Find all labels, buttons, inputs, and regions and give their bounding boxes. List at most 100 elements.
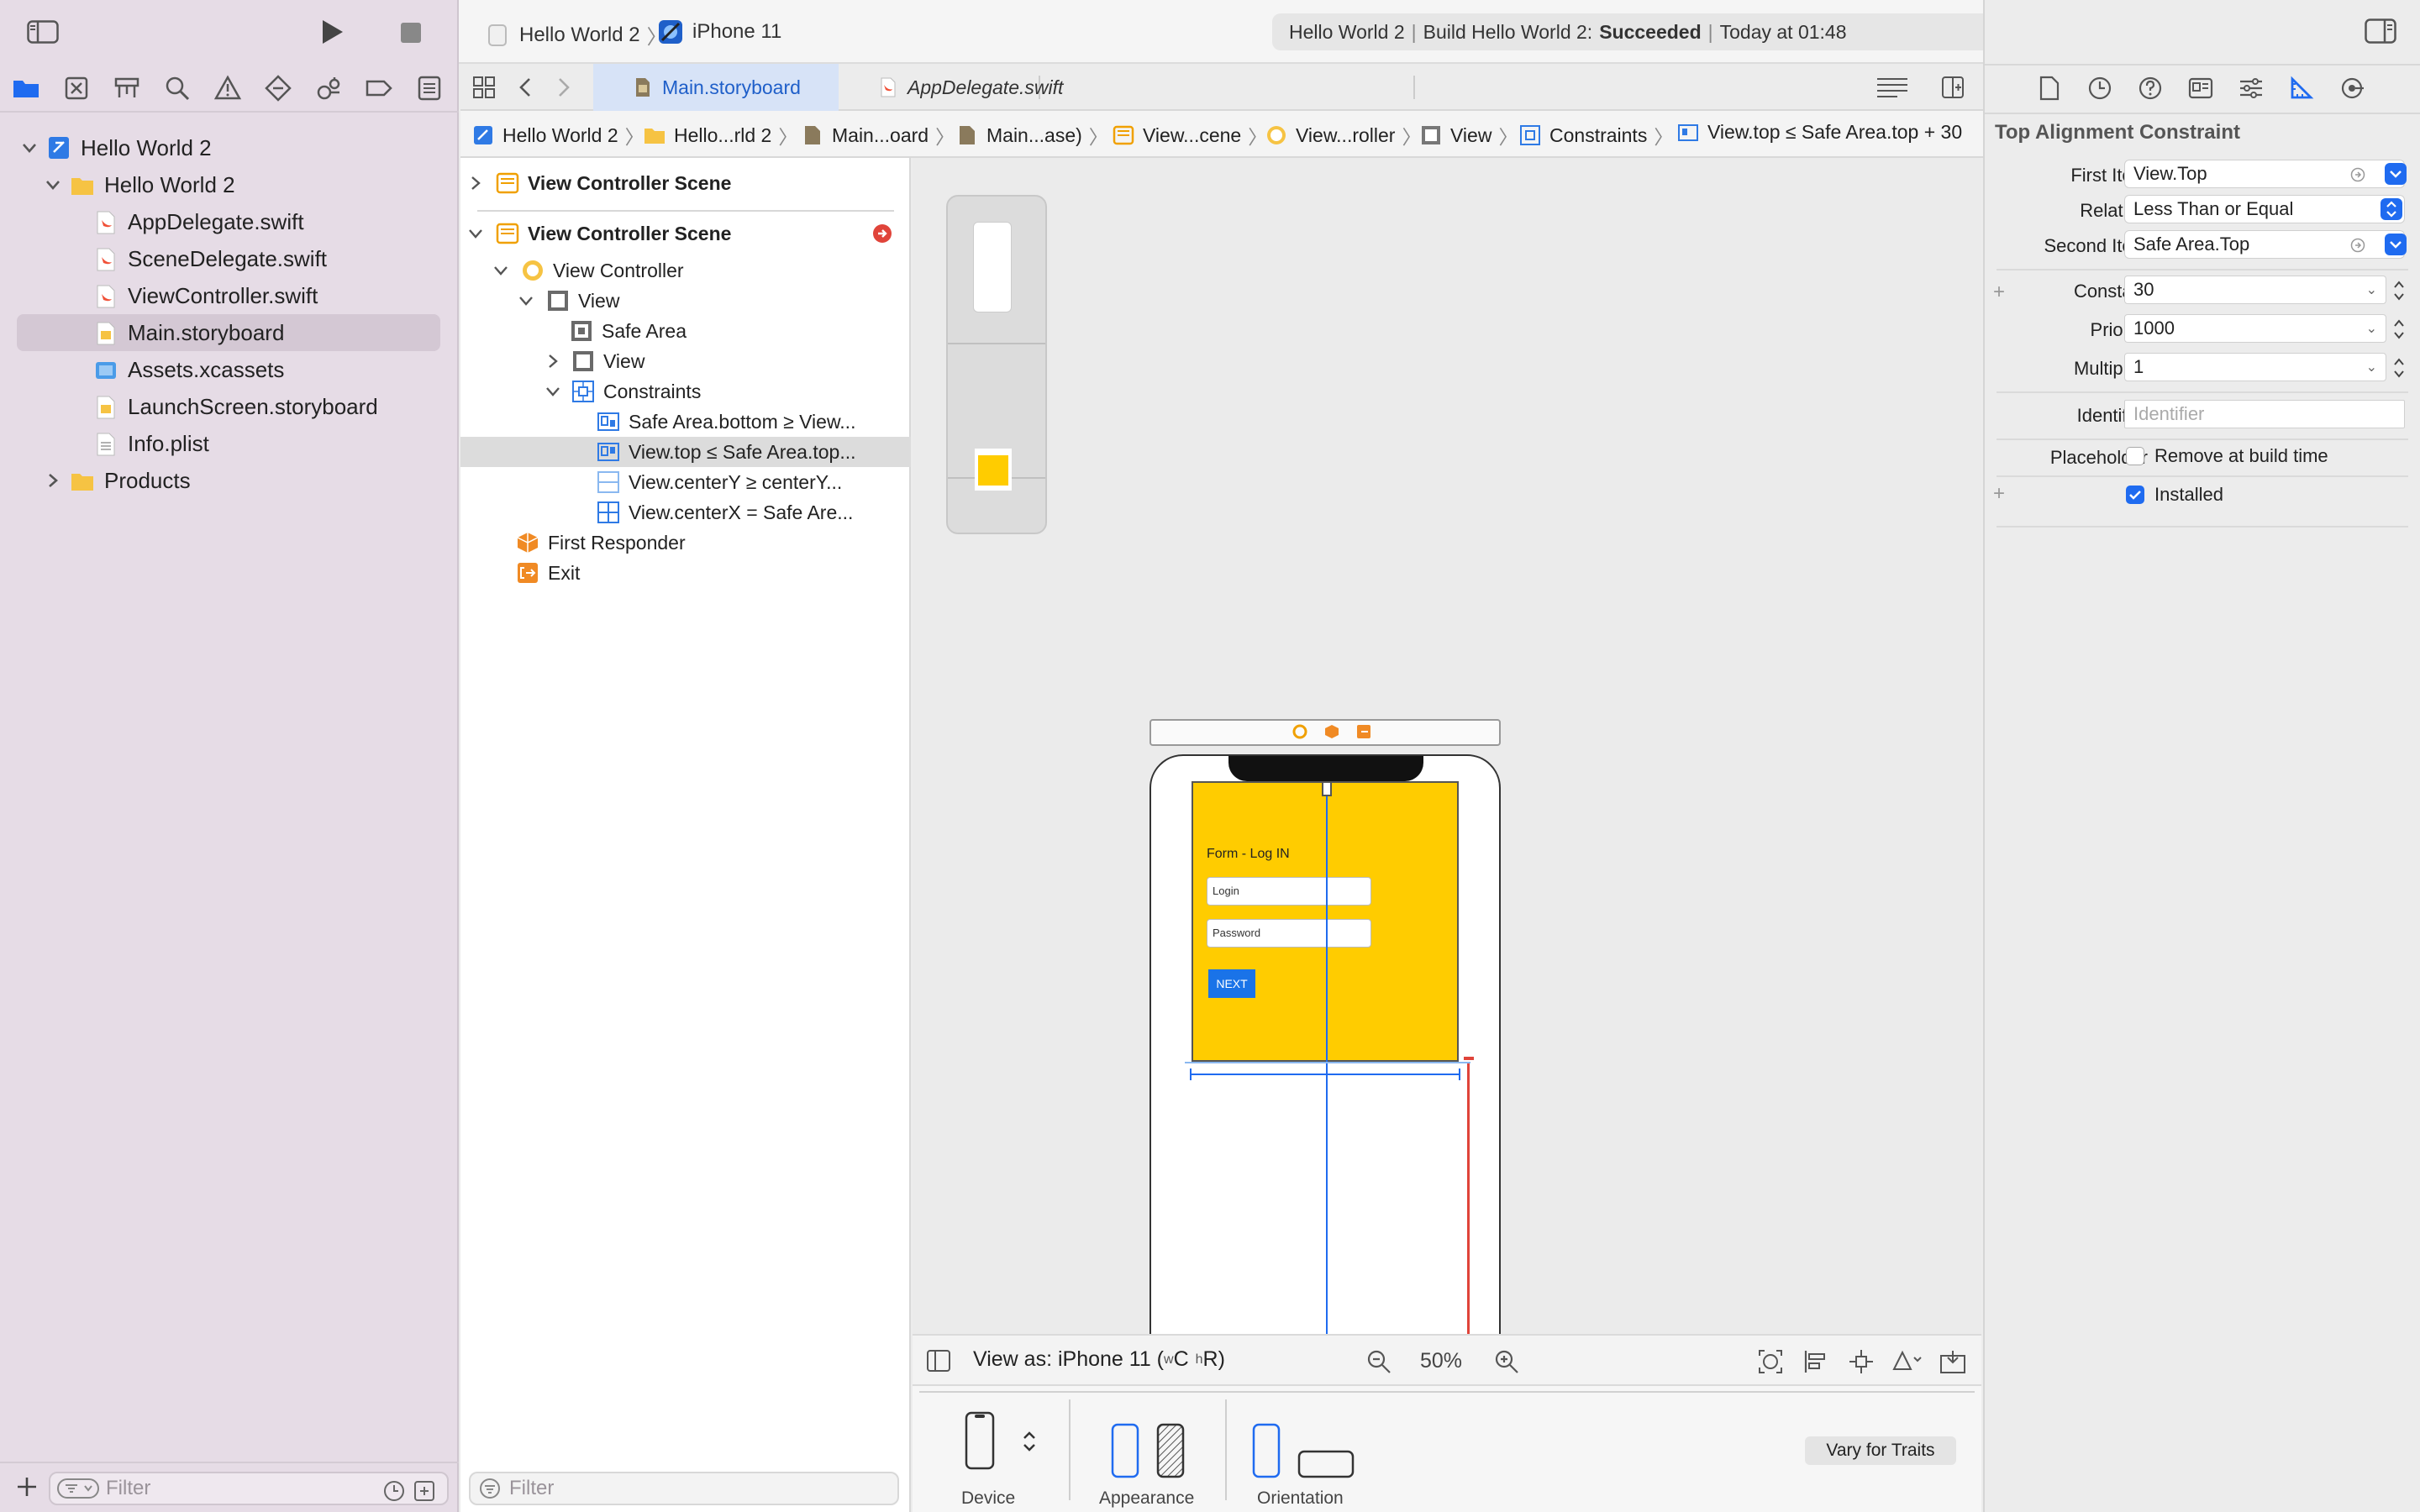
chevron-down-icon[interactable] bbox=[518, 292, 534, 309]
password-field[interactable]: Password bbox=[1207, 919, 1371, 948]
first-responder-icon[interactable] bbox=[1324, 724, 1339, 739]
inspector-toggle-icon[interactable] bbox=[2365, 18, 2396, 44]
chevron-down-icon[interactable]: ⌄ bbox=[2366, 320, 2377, 337]
priority-field[interactable]: 1000 ⌄ bbox=[2124, 314, 2386, 343]
constraint-width-line[interactable] bbox=[1190, 1074, 1460, 1075]
jumpbar-item-file[interactable]: Main...oard 〉 bbox=[802, 121, 955, 150]
constant-field[interactable]: 30 ⌄ bbox=[2124, 276, 2386, 304]
source-control-icon[interactable] bbox=[62, 74, 91, 102]
chevron-right-icon[interactable] bbox=[467, 175, 484, 192]
checkbox-unchecked[interactable] bbox=[2126, 447, 2144, 465]
back-icon[interactable] bbox=[516, 76, 536, 99]
stop-button[interactable] bbox=[400, 22, 422, 44]
view-controller-icon[interactable] bbox=[1292, 724, 1307, 739]
second-item-field[interactable]: Safe Area.Top bbox=[2124, 230, 2405, 259]
tab-main-storyboard[interactable]: Main.storyboard bbox=[593, 64, 839, 111]
relation-stepper[interactable] bbox=[2381, 198, 2402, 220]
add-icon[interactable] bbox=[15, 1475, 39, 1499]
debug-navigator-icon[interactable] bbox=[314, 74, 343, 102]
history-inspector-icon[interactable] bbox=[2087, 76, 2112, 101]
filter-options-icon[interactable] bbox=[57, 1478, 99, 1499]
phone-frame[interactable]: Form - Log IN Login Password NEXT bbox=[1150, 754, 1501, 1359]
device-picker-icon[interactable] bbox=[965, 1411, 995, 1470]
outline-filter-input[interactable]: Filter bbox=[469, 1472, 899, 1505]
orientation-portrait-icon[interactable] bbox=[1252, 1423, 1281, 1478]
device-stepper-icon[interactable] bbox=[1022, 1430, 1037, 1453]
navigate-arrow-icon[interactable] bbox=[2350, 238, 2365, 253]
chevron-down-icon[interactable] bbox=[20, 139, 39, 157]
scene-minimap[interactable] bbox=[946, 195, 1047, 534]
device-selector[interactable]: iPhone 11 bbox=[657, 18, 781, 45]
outline-exit[interactable]: Exit bbox=[516, 558, 580, 588]
symbol-navigator-icon[interactable] bbox=[113, 74, 141, 102]
tree-item-file[interactable]: ViewController.swift bbox=[0, 277, 459, 314]
source-control-filter-icon[interactable] bbox=[413, 1480, 435, 1502]
outline-view-controller[interactable]: View Controller bbox=[460, 255, 911, 286]
report-navigator-icon[interactable] bbox=[415, 74, 444, 102]
outline-first-responder[interactable]: First Responder bbox=[516, 528, 686, 558]
remove-at-build-checkbox[interactable]: Remove at build time bbox=[2126, 445, 2328, 467]
tab-appdelegate[interactable]: AppDelegate.swift bbox=[879, 64, 1063, 111]
outline-safe-area[interactable]: Safe Area bbox=[570, 316, 687, 346]
storyboard-canvas[interactable]: Form - Log IN Login Password NEXT bbox=[913, 158, 1981, 1359]
forward-icon[interactable] bbox=[553, 76, 573, 99]
resolve-issues-icon[interactable] bbox=[1892, 1349, 1923, 1374]
size-inspector-icon[interactable] bbox=[2289, 76, 2314, 101]
jumpbar-item-controller[interactable]: View...roller 〉 bbox=[1265, 121, 1421, 150]
quick-help-icon[interactable] bbox=[2138, 76, 2163, 101]
zoom-in-icon[interactable] bbox=[1494, 1349, 1519, 1374]
file-inspector-icon[interactable] bbox=[2039, 76, 2060, 101]
embed-in-icon[interactable] bbox=[1939, 1349, 1966, 1374]
priority-stepper[interactable] bbox=[2391, 316, 2407, 343]
tree-item-group[interactable]: Products bbox=[0, 462, 459, 499]
chevron-down-icon[interactable] bbox=[44, 176, 62, 194]
login-field[interactable]: Login bbox=[1207, 877, 1371, 906]
chevron-right-icon[interactable] bbox=[544, 353, 561, 370]
related-items-icon[interactable] bbox=[472, 76, 496, 99]
form-view[interactable]: Form - Log IN Login Password NEXT bbox=[1192, 781, 1459, 1062]
search-icon[interactable] bbox=[163, 74, 192, 102]
constraint-top-handle[interactable] bbox=[1322, 781, 1332, 796]
identifier-field[interactable]: Identifier bbox=[2124, 400, 2405, 428]
add-editor-icon[interactable] bbox=[1941, 76, 1965, 99]
multiplier-stepper[interactable] bbox=[2391, 354, 2407, 381]
outline-scene-expanded[interactable]: View Controller Scene bbox=[460, 218, 911, 249]
jumpbar-item-scene[interactable]: View...cene 〉 bbox=[1113, 121, 1267, 150]
view-as-label[interactable]: View as: iPhone 11 ( w C h R) bbox=[973, 1347, 1225, 1372]
jumpbar-item-project[interactable]: Hello World 2 〉 bbox=[472, 121, 644, 150]
outline-scene-collapsed[interactable]: View Controller Scene bbox=[460, 168, 911, 198]
jumpbar-item-constraints[interactable]: Constraints 〉 bbox=[1519, 121, 1673, 150]
jumpbar-item-constraint[interactable]: View.top ≤ Safe Area.top + 30 bbox=[1677, 121, 1962, 144]
outline-constraint[interactable]: View.centerX = Safe Are... bbox=[597, 497, 853, 528]
jumpbar-item-group[interactable]: Hello...rld 2 〉 bbox=[644, 121, 797, 150]
editor-options-icon[interactable] bbox=[1876, 76, 1909, 99]
first-item-field[interactable]: View.Top bbox=[2124, 160, 2405, 188]
zoom-out-icon[interactable] bbox=[1366, 1349, 1392, 1374]
test-navigator-icon[interactable] bbox=[264, 74, 292, 102]
chevron-down-icon[interactable]: ⌄ bbox=[2366, 359, 2377, 375]
constraint-bottom-line[interactable] bbox=[1467, 1062, 1470, 1357]
jumpbar-item-base[interactable]: Main...ase) 〉 bbox=[956, 121, 1108, 150]
outline-view[interactable]: View bbox=[460, 286, 911, 316]
add-variation-installed-icon[interactable]: + bbox=[1993, 482, 2005, 506]
constant-stepper[interactable] bbox=[2391, 277, 2407, 304]
first-item-dropdown-button[interactable] bbox=[2385, 163, 2407, 185]
error-arrow-icon[interactable] bbox=[872, 223, 892, 244]
outline-constraint[interactable]: View.centerY ≥ centerY... bbox=[597, 467, 842, 497]
next-button[interactable]: NEXT bbox=[1208, 969, 1255, 998]
breakpoint-navigator-icon[interactable] bbox=[365, 74, 393, 102]
tree-item-project[interactable]: Hello World 2 bbox=[0, 129, 459, 166]
scheme-selector[interactable]: Hello World 2 〉 bbox=[487, 20, 667, 50]
chevron-down-icon[interactable] bbox=[492, 262, 509, 279]
outline-toggle-icon[interactable] bbox=[926, 1349, 951, 1373]
add-constraints-icon[interactable] bbox=[1849, 1349, 1874, 1374]
chevron-down-icon[interactable] bbox=[544, 383, 561, 400]
chevron-down-icon[interactable] bbox=[467, 225, 484, 242]
tree-item-file[interactable]: Info.plist bbox=[0, 425, 459, 462]
attributes-inspector-icon[interactable] bbox=[2238, 76, 2264, 101]
exit-icon[interactable] bbox=[1356, 724, 1371, 739]
tree-item-file[interactable]: Assets.xcassets bbox=[0, 351, 459, 388]
second-item-dropdown-button[interactable] bbox=[2385, 234, 2407, 255]
tree-item-file-selected[interactable]: Main.storyboard bbox=[17, 314, 440, 351]
appearance-dark-icon[interactable] bbox=[1156, 1423, 1185, 1478]
